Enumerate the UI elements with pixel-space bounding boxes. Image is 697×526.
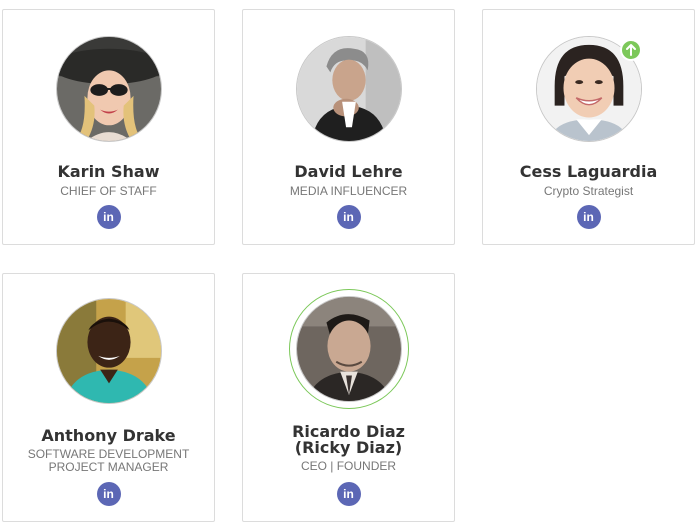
- avatar: [55, 298, 162, 404]
- avatar: [295, 36, 402, 142]
- arrow-up-icon: [620, 39, 642, 61]
- avatar: [295, 296, 402, 402]
- linkedin-icon[interactable]: in: [336, 205, 361, 229]
- avatar: [55, 36, 162, 142]
- linkedin-icon[interactable]: in: [96, 205, 121, 229]
- member-role: MEDIA INFLUENCER: [289, 184, 408, 198]
- linkedin-icon[interactable]: in: [576, 205, 601, 229]
- member-role: SOFTWARE DEVELOPMENT PROJECT MANAGER: [27, 447, 190, 474]
- team-card-cess-laguardia: Cess Laguardia Crypto Strategist in: [482, 9, 695, 245]
- team-card-anthony-drake: Anthony Drake SOFTWARE DEVELOPMENT PROJE…: [2, 273, 215, 522]
- linkedin-icon[interactable]: in: [96, 482, 121, 506]
- member-role: CEO | FOUNDER: [300, 459, 397, 473]
- team-card-ricardo-diaz: Ricardo Diaz (Ricky Diaz) CEO | FOUNDER …: [242, 273, 455, 522]
- member-name: Ricardo Diaz (Ricky Diaz): [292, 422, 405, 457]
- team-card-david-lehre: David Lehre MEDIA INFLUENCER in: [242, 9, 455, 245]
- member-name: David Lehre: [294, 162, 403, 181]
- member-name: Anthony Drake: [41, 426, 176, 445]
- team-card-karin-shaw: Karin Shaw CHIEF OF STAFF in: [2, 9, 215, 245]
- member-name: Karin Shaw: [57, 162, 160, 181]
- member-name: Cess Laguardia: [519, 162, 658, 181]
- member-role: Crypto Strategist: [543, 184, 634, 198]
- linkedin-icon[interactable]: in: [336, 482, 361, 506]
- member-role: CHIEF OF STAFF: [60, 184, 157, 198]
